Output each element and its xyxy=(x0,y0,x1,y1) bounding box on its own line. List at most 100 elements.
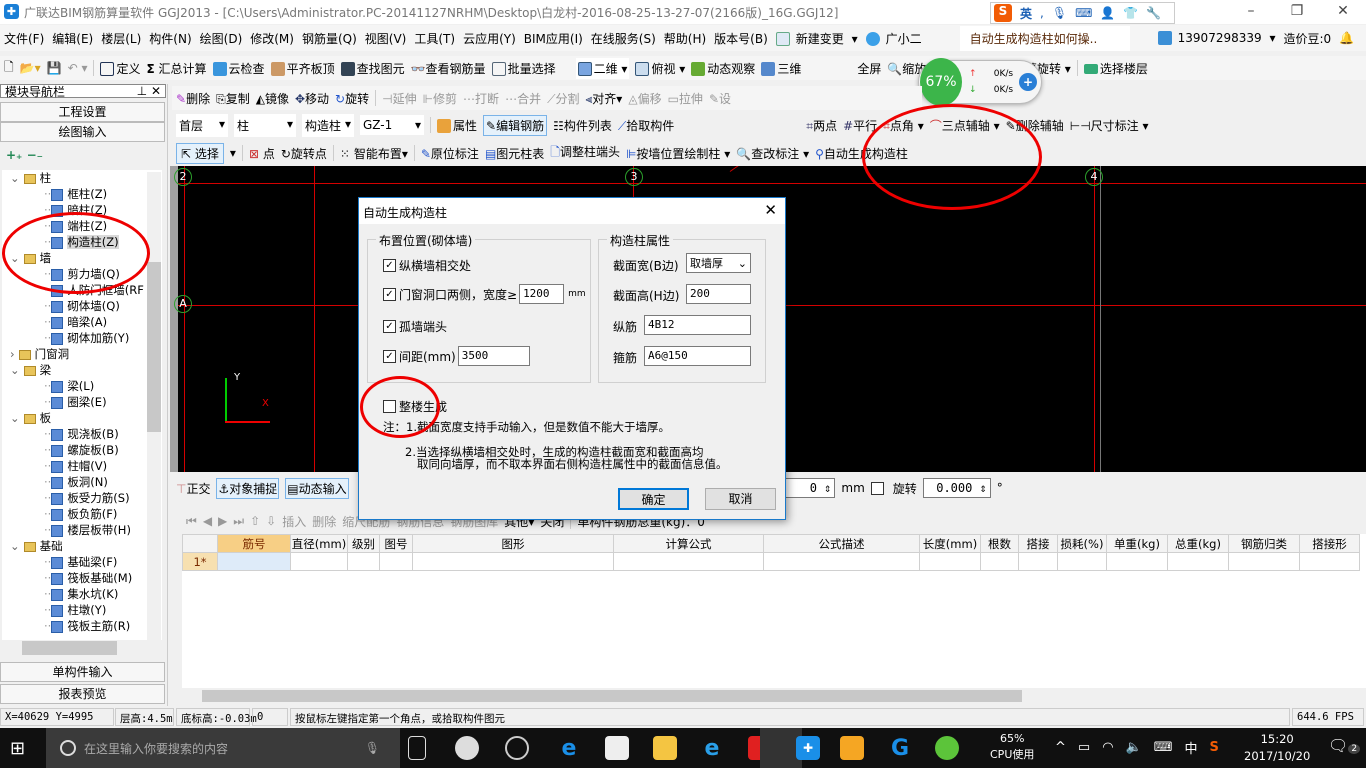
tree-item[interactable]: ·· 筏板基础(M) xyxy=(2,570,162,586)
find-element-button[interactable]: 查找图元 xyxy=(340,60,405,77)
restore-button[interactable]: ❐ xyxy=(1274,0,1320,24)
col-header[interactable]: 级别 xyxy=(347,534,380,553)
tree-item[interactable]: ·· 柱墩(Y) xyxy=(2,602,162,618)
col-header[interactable]: 钢筋归类 xyxy=(1228,534,1300,553)
tree-item[interactable]: ·· 螺旋板(B) xyxy=(2,442,162,458)
table-cell[interactable] xyxy=(217,552,291,571)
col-header[interactable]: 长度(mm) xyxy=(919,534,981,553)
type-select[interactable]: 柱 ▾ xyxy=(234,113,296,137)
new-file-icon[interactable]: 🗋 xyxy=(4,58,14,79)
menu-edit[interactable]: 编辑(E) xyxy=(52,30,93,47)
collapse-all-icon[interactable]: −₋ xyxy=(27,148,43,162)
two-point-axis-button[interactable]: ⌗两点 xyxy=(806,117,837,134)
column-table-button[interactable]: ▤图元柱表 xyxy=(485,145,544,162)
table-cell[interactable] xyxy=(1299,552,1360,571)
menu-rebar[interactable]: 钢筋量(Q) xyxy=(302,30,357,47)
close-pane-icon[interactable]: ✕ xyxy=(151,84,161,98)
input-method[interactable]: 中 xyxy=(1185,738,1198,757)
g-app-icon[interactable]: G xyxy=(888,736,912,761)
col-header[interactable]: 图号 xyxy=(379,534,413,553)
tree-item[interactable]: ·· 梁(L) xyxy=(2,378,162,394)
properties-button[interactable]: 属性 xyxy=(437,117,477,134)
subtype-select[interactable]: 构造柱 ▾ xyxy=(302,113,354,137)
modify-annotation-button[interactable]: 🔍查改标注 ▾ xyxy=(736,145,809,162)
chevron-down-icon[interactable]: ⌄ xyxy=(10,411,20,425)
orbit-button[interactable]: 动态观察 xyxy=(691,60,755,77)
file-explorer-icon[interactable] xyxy=(653,736,677,760)
component-list-button[interactable]: ☷构件列表 xyxy=(553,117,612,134)
tree-folder[interactable]: ⌄ 基础 xyxy=(2,538,162,554)
notes-app-icon[interactable] xyxy=(840,736,864,760)
spacing-input[interactable]: 3500 xyxy=(457,346,530,366)
col-header[interactable]: 损耗(%) xyxy=(1057,534,1107,553)
section-width-select[interactable]: 取墙厚 ⌄ xyxy=(686,253,751,273)
tree-folder[interactable]: ⌄ 板 xyxy=(2,410,162,426)
menu-modify[interactable]: 修改(M) xyxy=(250,30,294,47)
fullscreen-button[interactable]: 全屏 xyxy=(857,60,881,77)
split-button[interactable]: ⟋分割 xyxy=(547,90,579,107)
mic-icon[interactable]: 🎙 xyxy=(1052,6,1067,20)
merge-button[interactable]: ⋯合并 xyxy=(505,90,541,107)
rotate-angle-input[interactable]: 0.000 ⇕ xyxy=(922,478,991,498)
save-icon[interactable]: 💾 xyxy=(47,61,62,75)
stretch-button[interactable]: ▭拉伸 xyxy=(668,90,703,107)
menu-cloud[interactable]: 云应用(Y) xyxy=(463,30,516,47)
bell-icon[interactable]: 🔔 xyxy=(1339,31,1354,45)
top-view-button[interactable]: 俯视 ▾ xyxy=(635,60,685,77)
first-record-icon[interactable]: ⏮ xyxy=(186,514,197,529)
browser-app-icon[interactable] xyxy=(935,736,959,760)
tree-item[interactable]: ·· 砌体墙(Q) xyxy=(2,298,162,314)
checkbox-checked[interactable]: ✓ xyxy=(383,320,396,333)
tree-item[interactable]: ·· 筏板主筋(R) xyxy=(2,618,162,634)
menu-draw[interactable]: 绘图(D) xyxy=(200,30,243,47)
rotate-point-button[interactable]: ↻旋转点 xyxy=(281,145,327,162)
cancel-button[interactable]: 取消 xyxy=(705,488,776,510)
pick-component-button[interactable]: ⟋拾取构件 xyxy=(618,117,674,134)
y-offset-input[interactable]: 0 ⇕ xyxy=(777,478,836,498)
settings-button[interactable]: ✎设 xyxy=(709,90,731,107)
add-icon[interactable]: + xyxy=(1019,73,1037,91)
table-cell[interactable] xyxy=(347,552,380,571)
tree-folder[interactable]: › 门窗洞 xyxy=(2,346,162,362)
move-up-icon[interactable]: ⇧ xyxy=(250,514,260,528)
next-record-icon[interactable]: ▶ xyxy=(218,514,227,528)
opt-wall-intersection[interactable]: ✓ 纵横墙相交处 xyxy=(383,257,471,274)
draw-by-wall-button[interactable]: ⊫按墙位置绘制柱 ▾ xyxy=(626,145,730,162)
chevron-down-icon[interactable]: ⌄ xyxy=(10,363,20,377)
stirrup-input[interactable]: A6@150 xyxy=(644,346,751,366)
table-cell[interactable] xyxy=(1167,552,1229,571)
table-horizontal-scrollbar[interactable] xyxy=(182,688,1366,704)
glodon-app-icon[interactable]: ✚ xyxy=(796,736,820,760)
start-button[interactable]: ⊞ xyxy=(10,738,25,759)
delete-button[interactable]: ✎删除 xyxy=(176,90,210,107)
table-cell[interactable] xyxy=(919,552,981,571)
table-cell[interactable] xyxy=(1106,552,1168,571)
sogou-tray-icon[interactable]: S xyxy=(1210,740,1219,755)
offset-button[interactable]: ◬偏移 xyxy=(628,90,661,107)
store-icon[interactable] xyxy=(605,736,629,760)
drawing-input-button[interactable]: 绘图输入 xyxy=(0,122,165,142)
in-place-annotate-button[interactable]: ✎原位标注 xyxy=(421,145,479,162)
col-header[interactable]: 搭接形 xyxy=(1299,534,1360,553)
user-icon[interactable]: 👤 xyxy=(1100,6,1115,20)
mic-icon[interactable]: 🎙 xyxy=(365,741,380,755)
expand-collapse-icons[interactable]: +₊ −₋ xyxy=(0,142,167,168)
view-2d-button[interactable]: 二维 ▾ xyxy=(575,57,630,79)
battery-icon[interactable]: ▭ xyxy=(1078,740,1090,755)
menu-new-change[interactable]: 新建变更 ▾ xyxy=(775,30,858,47)
longitudinal-rebar-input[interactable]: 4B12 xyxy=(644,315,751,335)
skin-icon[interactable]: 👕 xyxy=(1123,6,1138,20)
menu-component[interactable]: 构件(N) xyxy=(149,30,191,47)
single-input-button[interactable]: 单构件输入 xyxy=(0,662,165,682)
task-view-icon[interactable] xyxy=(408,736,426,760)
summary-calc-button[interactable]: Σ 汇总计算 xyxy=(147,60,207,77)
chevron-right-icon[interactable]: › xyxy=(10,347,15,361)
table-row[interactable]: 1* xyxy=(182,552,1360,571)
define-button[interactable]: 定义 xyxy=(100,60,141,77)
table-cell[interactable] xyxy=(1228,552,1300,571)
opening-width-input[interactable]: 1200 xyxy=(519,284,565,304)
menu-online[interactable]: 在线服务(S) xyxy=(591,30,656,47)
smart-layout-button[interactable]: ⁙ 智能布置▾ xyxy=(340,145,408,162)
last-record-icon[interactable]: ⏭ xyxy=(233,514,244,529)
col-header[interactable]: 搭接 xyxy=(1018,534,1058,553)
